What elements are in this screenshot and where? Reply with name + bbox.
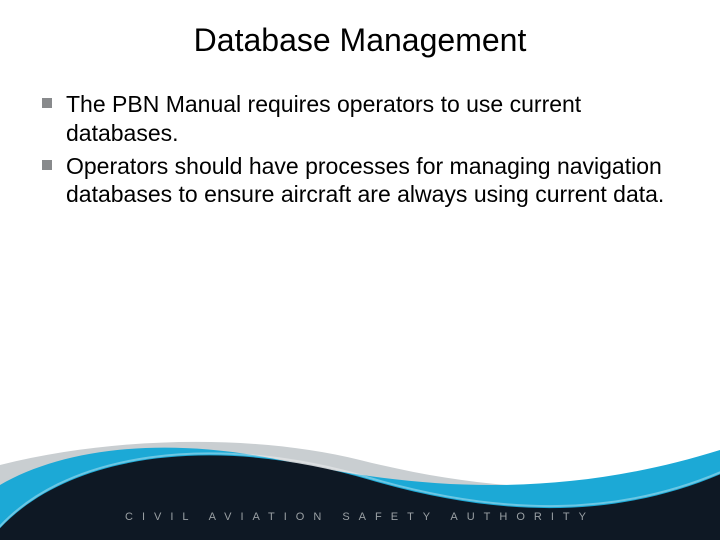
list-item: Operators should have processes for mana… (38, 152, 690, 210)
slide-title: Database Management (0, 22, 720, 59)
footer-brand-text: CIVIL AVIATION SAFETY AUTHORITY (0, 511, 720, 523)
bullet-list: The PBN Manual requires operators to use… (38, 90, 690, 209)
slide-body: The PBN Manual requires operators to use… (38, 90, 690, 213)
slide: Database Management The PBN Manual requi… (0, 0, 720, 540)
list-item: The PBN Manual requires operators to use… (38, 90, 690, 148)
